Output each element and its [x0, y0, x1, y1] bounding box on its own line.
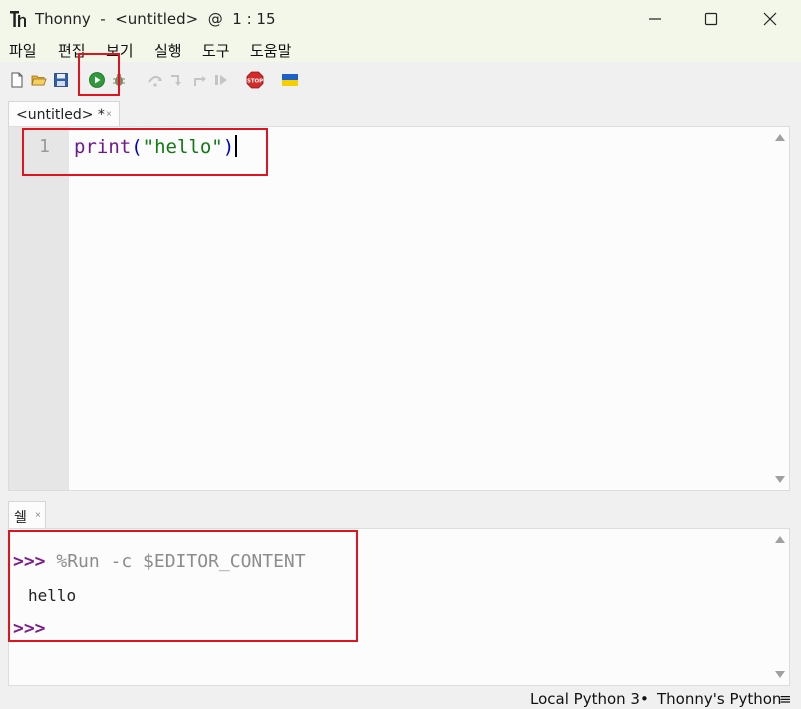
close-tab-icon[interactable]: × [106, 109, 112, 120]
editor-scrollbar[interactable] [771, 127, 789, 490]
step-out-button[interactable] [190, 71, 208, 89]
shell-scrollbar[interactable] [771, 529, 789, 685]
maximize-button[interactable] [688, 0, 734, 38]
status-menu-icon[interactable]: ≡ [779, 690, 792, 708]
debug-icon [113, 73, 125, 86]
step-over-button[interactable] [146, 71, 164, 89]
resume-button[interactable] [212, 71, 230, 89]
new-file-icon [11, 72, 23, 88]
menu-tools[interactable]: 도구 [202, 40, 230, 61]
save-button[interactable] [52, 71, 70, 89]
shell-tab-bar: 쉘 × [0, 498, 801, 528]
save-icon [54, 73, 68, 87]
tab-untitled[interactable]: <untitled> * × [8, 101, 120, 126]
menu-run[interactable]: 실행 [154, 40, 182, 61]
shell-tab-label: 쉘 [14, 510, 27, 526]
shell-command: %Run -c $EDITOR_CONTENT [45, 551, 306, 572]
scroll-up-icon[interactable] [775, 134, 785, 141]
menu-file[interactable]: 파일 [9, 40, 37, 61]
title-bar: Thonny - <untitled> @ 1 : 15 [0, 0, 801, 38]
resume-icon [215, 75, 227, 85]
scroll-up-icon[interactable] [775, 536, 785, 543]
status-separator: • [640, 690, 649, 708]
close-shell-tab-icon[interactable]: × [35, 510, 41, 521]
open-folder-icon [31, 75, 47, 86]
thonny-logo-icon [10, 11, 26, 27]
stop-label: STOP [247, 78, 263, 84]
menu-help[interactable]: 도움말 [250, 40, 291, 61]
scroll-down-icon[interactable] [775, 671, 785, 678]
code-editor[interactable]: 1 print("hello") [8, 126, 790, 491]
step-into-button[interactable] [168, 71, 186, 89]
editor-tab-bar: <untitled> * × [0, 98, 801, 126]
step-over-icon [148, 76, 162, 87]
interpreter-status[interactable]: Local Python 3 [530, 690, 640, 708]
menu-edit[interactable]: 편집 [58, 40, 86, 61]
code-open-paren: ( [131, 136, 143, 158]
stop-button[interactable]: STOP [246, 71, 264, 89]
ukraine-flag-button[interactable] [281, 71, 299, 89]
menu-bar: 파일 편집 보기 실행 도구 도움말 [0, 38, 801, 62]
window-title: Thonny - <untitled> @ 1 : 15 [35, 10, 276, 28]
minimize-button[interactable] [632, 0, 678, 38]
shell-output: hello [28, 586, 77, 605]
run-button[interactable] [88, 71, 106, 89]
run-icon [89, 72, 105, 88]
shell-command-line: >>> %Run -c $EDITOR_CONTENT [13, 551, 306, 572]
scroll-down-icon[interactable] [775, 476, 785, 483]
line-number: 1 [39, 136, 50, 157]
open-file-button[interactable] [30, 71, 48, 89]
step-out-icon [194, 76, 206, 86]
toolbar: STOP [0, 62, 801, 98]
text-caret [235, 135, 238, 157]
code-string: "hello" [142, 136, 223, 158]
minimize-icon [649, 18, 661, 20]
interpreter-variant[interactable]: Thonny's Python [657, 690, 781, 708]
status-bar: Local Python 3 • Thonny's Python ≡ [0, 689, 801, 709]
debug-button[interactable] [110, 71, 128, 89]
code-line[interactable]: print("hello") [74, 135, 238, 158]
line-number-gutter: 1 [9, 127, 69, 490]
close-icon [763, 12, 777, 26]
stop-icon: STOP [246, 71, 264, 89]
code-close-paren: ) [222, 136, 235, 158]
tab-shell[interactable]: 쉘 × [8, 501, 46, 528]
shell-panel[interactable]: >>> %Run -c $EDITOR_CONTENT hello >>> [8, 528, 790, 686]
new-file-button[interactable] [8, 71, 26, 89]
shell-input-line[interactable]: >>> [13, 618, 46, 639]
shell-prompt: >>> [13, 618, 46, 639]
maximize-icon [704, 12, 718, 26]
shell-prompt: >>> [13, 551, 46, 572]
step-into-icon [171, 75, 181, 86]
menu-view[interactable]: 보기 [106, 40, 134, 61]
editor-tab-label: <untitled> * [16, 107, 105, 123]
close-button[interactable] [747, 0, 793, 38]
ukraine-flag-icon [282, 74, 298, 86]
code-builtin: print [74, 136, 132, 158]
